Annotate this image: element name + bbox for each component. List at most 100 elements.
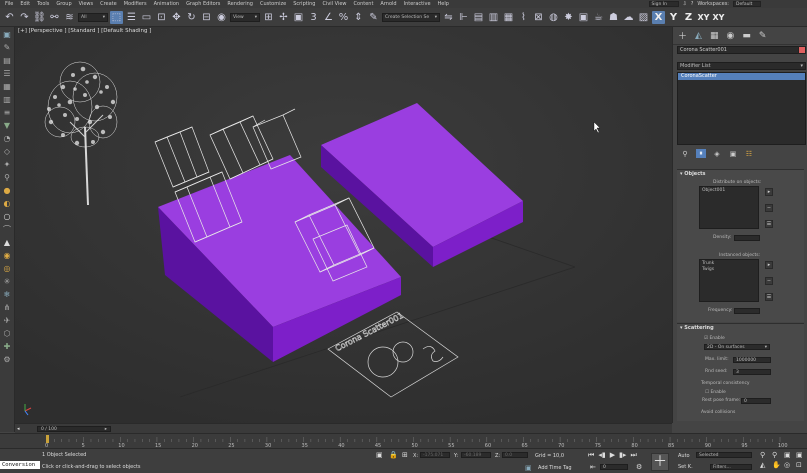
display-tab-icon[interactable]: ▬	[742, 31, 751, 41]
menu-group[interactable]: Group	[56, 1, 71, 7]
selection-lock-icon[interactable]: 🔒	[389, 451, 398, 459]
redo-icon[interactable]: ↷	[18, 11, 31, 24]
track-bar[interactable]: 0 5 10 15 20 25 30 35 40 45 50 55 60 65 70 75 80 85 90 95 10…	[0, 433, 807, 449]
previous-frame-icon[interactable]: ◂▮	[598, 451, 605, 460]
xref-icon[interactable]: ◉	[3, 251, 12, 260]
absolute-mode-icon[interactable]: ⊞	[402, 451, 408, 459]
orbit-icon[interactable]: ◎	[784, 461, 794, 469]
key-mode-icon[interactable]: ⇤	[590, 463, 596, 471]
angle-snap-icon[interactable]: ∠	[322, 11, 335, 24]
field-of-view-icon[interactable]: ◭	[760, 461, 770, 469]
object-color-swatch[interactable]	[798, 46, 806, 54]
set-key-button[interactable]: Set K.	[678, 464, 693, 470]
go-to-start-icon[interactable]: ⏮	[588, 451, 594, 460]
render-production-icon[interactable]: ☕	[592, 11, 605, 24]
constrain-z-icon[interactable]: Z	[682, 11, 695, 24]
scattering-rollout-header[interactable]: ▾ Scattering	[677, 324, 804, 332]
density-spinner[interactable]	[734, 235, 760, 241]
add-distribute-button[interactable]: ▸	[765, 188, 773, 196]
stack-item-coronascatter[interactable]: CoronaScatter	[678, 73, 805, 80]
undo-icon[interactable]: ↶	[3, 11, 16, 24]
modify-tab-icon[interactable]: ◭	[695, 31, 702, 41]
select-place-icon[interactable]: ◉	[215, 11, 228, 24]
filter-icon[interactable]: ▼	[3, 121, 12, 130]
list-item[interactable]: Object001	[702, 188, 756, 194]
menu-interactive[interactable]: Interactive	[404, 1, 431, 7]
configure-modifier-sets-icon[interactable]: ☷	[744, 149, 754, 158]
utilities-tab-icon[interactable]: ✎	[759, 31, 767, 41]
zoom-extents-icon[interactable]: ▣	[784, 451, 794, 459]
show-end-result-icon[interactable]: ⏸	[696, 149, 706, 158]
lights-icon[interactable]: ✦	[3, 160, 12, 169]
key-mode-dropdown[interactable]: Selected	[696, 452, 752, 458]
options-icon[interactable]: ⚙	[3, 355, 12, 364]
select-scale-icon[interactable]: ⊟	[200, 11, 213, 24]
unlink-icon[interactable]: ⚯	[48, 11, 61, 24]
pan-icon[interactable]: ✋	[772, 461, 782, 469]
x-coordinate-field[interactable]: -175.071	[420, 452, 450, 458]
go-to-end-icon[interactable]: ⏭	[630, 451, 636, 460]
align-icon[interactable]: ⊩	[457, 11, 470, 24]
help-icon[interactable]: ?	[691, 1, 694, 7]
menu-file[interactable]: File	[5, 1, 13, 7]
perspective-viewport[interactable]: Corona Scatter001 [+] [Perspective ] [St…	[15, 27, 672, 423]
time-config-icon[interactable]: ⚙	[636, 463, 642, 471]
workspaces-dropdown[interactable]: Default	[733, 1, 761, 7]
lock-icon[interactable]: ✈	[3, 316, 12, 325]
enable-checkbox[interactable]: ☑ Enable	[704, 336, 725, 341]
select-object-icon[interactable]: ⬚	[110, 10, 123, 24]
bones-icon[interactable]: ⌒	[3, 225, 12, 234]
current-frame-field[interactable]: 0	[600, 464, 628, 470]
edit-named-selection-icon[interactable]: ✎	[367, 11, 380, 24]
next-frame-icon[interactable]: ▮▸	[619, 451, 626, 460]
a360-gallery-icon[interactable]: ▨	[637, 11, 650, 24]
select-move-icon[interactable]: ✥	[170, 11, 183, 24]
hierarchy-tab-icon[interactable]: ▦	[710, 31, 719, 41]
constrain-xy-icon[interactable]: XY	[697, 11, 710, 24]
populate-icon[interactable]: ▤	[3, 56, 12, 65]
constrain-x-icon[interactable]: X	[652, 10, 665, 24]
frame-counter[interactable]: 0 / 100 ▸	[37, 426, 111, 432]
make-unique-icon[interactable]: ◈	[712, 149, 722, 158]
menu-graph-editors[interactable]: Graph Editors	[186, 1, 220, 7]
zoom-extents-all-icon[interactable]: ▣	[796, 451, 806, 459]
play-icon[interactable]: ▶	[610, 451, 615, 460]
key-filters-button[interactable]: Filters...	[710, 464, 752, 470]
select-manipulate-icon[interactable]: ✢	[277, 11, 290, 24]
toggle-ribbon-icon[interactable]: ▦	[502, 11, 515, 24]
add-time-tag[interactable]: Add Time Tag	[538, 465, 572, 471]
containers-icon[interactable]: ▲	[3, 238, 12, 247]
hide-icon[interactable]: ✳	[3, 277, 12, 286]
reference-coordinate-dropdown[interactable]: View ▾	[230, 12, 260, 22]
rest-pose-spinner[interactable]: 0	[741, 398, 771, 404]
frequency-spinner[interactable]	[734, 308, 760, 314]
y-coordinate-field[interactable]: -60.189	[461, 452, 491, 458]
set-key-icon[interactable]: ＋	[651, 453, 669, 471]
menu-modifiers[interactable]: Modifiers	[124, 1, 147, 7]
named-selection-dropdown[interactable]: Create Selection Se ▾	[382, 12, 440, 22]
maxscript-listener[interactable]: Conversion	[0, 461, 40, 469]
object-name-field[interactable]: Corona Scatter001	[677, 46, 801, 54]
list-distribute-button[interactable]: ☰	[765, 220, 773, 228]
menu-views[interactable]: Views	[79, 1, 93, 7]
auto-key-button[interactable]: Auto	[678, 453, 690, 459]
toggle-layer-explorer-icon[interactable]: ▥	[487, 11, 500, 24]
rendered-frame-window-icon[interactable]: ▣	[577, 11, 590, 24]
rnd-seed-spinner[interactable]: 3	[733, 369, 771, 375]
zoom-icon[interactable]: ⚲	[760, 451, 770, 459]
selection-filter-dropdown[interactable]: All ▾	[78, 12, 108, 22]
time-slider-marker[interactable]	[46, 435, 49, 443]
modifier-list-dropdown[interactable]: Modifier List ▾	[677, 62, 806, 70]
object-paint-icon[interactable]: ✎	[3, 43, 12, 52]
spinner-snap-icon[interactable]: ⇕	[352, 11, 365, 24]
max-limit-spinner[interactable]: 1000000	[733, 357, 771, 363]
menu-scripting[interactable]: Scripting	[293, 1, 315, 7]
constrain-y-icon[interactable]: Y	[667, 11, 680, 24]
time-slider[interactable]: ◂ 0 / 100 ▸	[15, 423, 672, 433]
toggle-scene-explorer-icon[interactable]: ▤	[472, 11, 485, 24]
menu-edit[interactable]: Edit	[20, 1, 30, 7]
window-crossing-icon[interactable]: ⊡	[155, 11, 168, 24]
menu-help[interactable]: Help	[438, 1, 449, 7]
distribute-list[interactable]: Object001	[699, 186, 759, 229]
layer-icon[interactable]: ▦	[3, 82, 12, 91]
